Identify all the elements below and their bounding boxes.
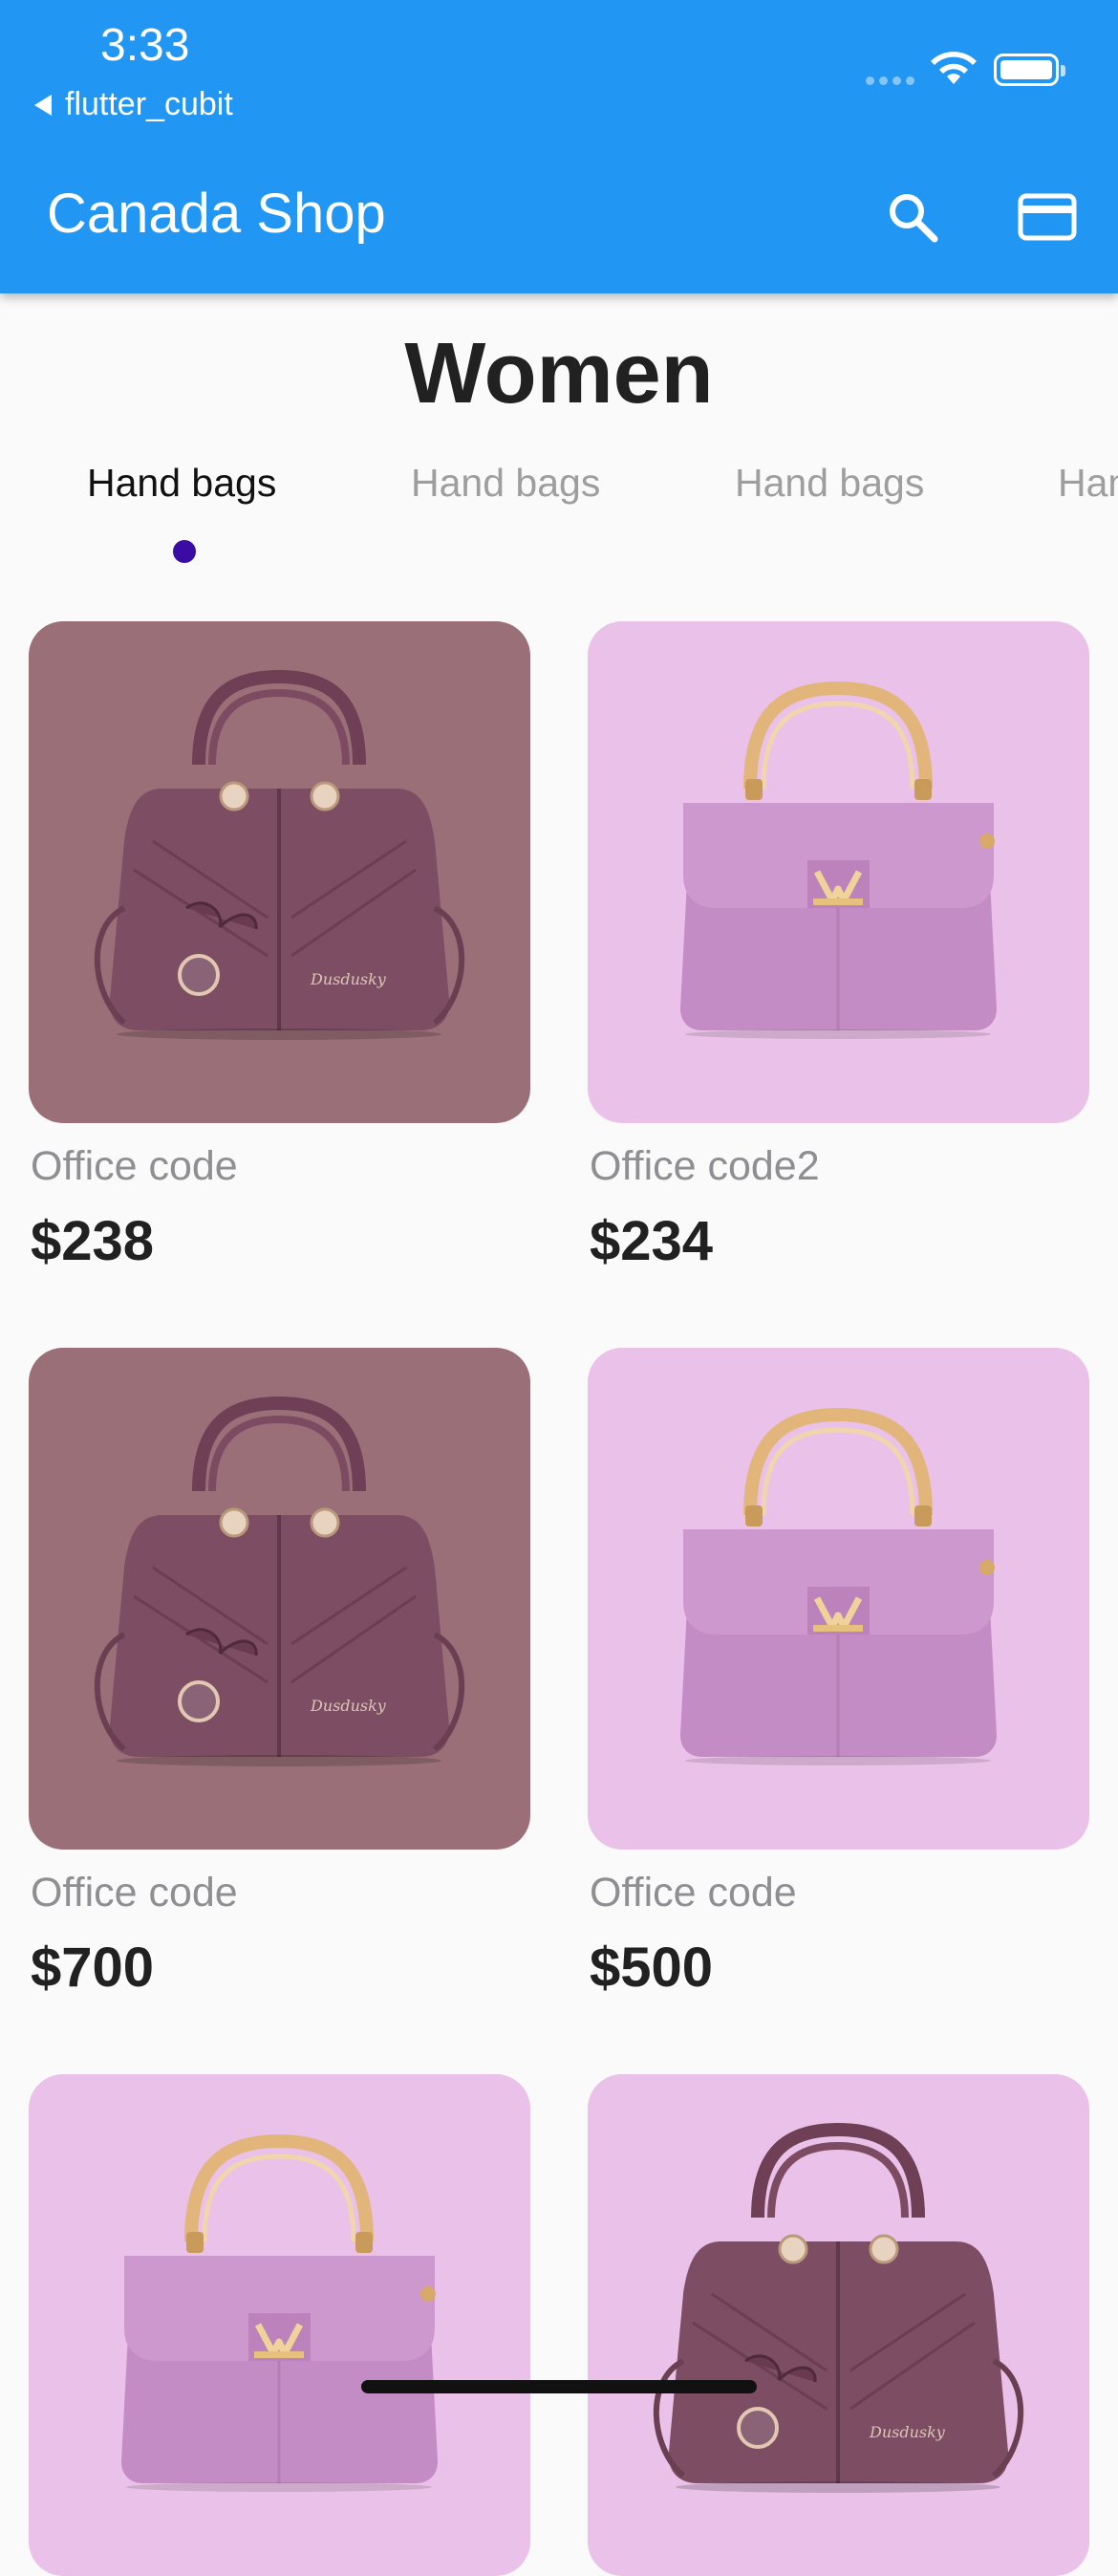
tab-hand-bags-1[interactable]: Hand bags bbox=[87, 461, 276, 506]
home-indicator[interactable] bbox=[361, 2380, 757, 2393]
cart-button[interactable] bbox=[1013, 184, 1082, 250]
product-card[interactable]: Office code2 $234 bbox=[588, 621, 1089, 1272]
product-name: Office code bbox=[31, 1143, 238, 1189]
product-card[interactable]: Office code $238 bbox=[29, 621, 530, 1272]
tab-hand-bags-4[interactable]: Hand bags bbox=[1058, 461, 1118, 506]
product-price: $700 bbox=[31, 1937, 155, 1999]
tab-hand-bags-2[interactable]: Hand bags bbox=[411, 461, 600, 506]
credit-card-icon bbox=[1018, 193, 1077, 241]
product-image[interactable] bbox=[588, 2074, 1089, 2576]
product-card[interactable] bbox=[588, 2074, 1089, 2576]
handbag-image bbox=[588, 2074, 1089, 2576]
product-image[interactable] bbox=[29, 621, 530, 1123]
handbag-image bbox=[588, 621, 1089, 1123]
search-icon bbox=[890, 194, 938, 243]
category-title: Women bbox=[404, 326, 714, 422]
handbag-image bbox=[588, 1348, 1089, 1850]
product-name: Office code bbox=[590, 1870, 797, 1916]
category-tabs: Hand bags Hand bags Hand bags Hand bags bbox=[0, 461, 1118, 575]
product-card[interactable]: Office code $500 bbox=[588, 1348, 1089, 1999]
product-name: Office code bbox=[31, 1870, 238, 1916]
product-name: Office code2 bbox=[590, 1143, 820, 1189]
product-price: $234 bbox=[590, 1210, 714, 1272]
product-image[interactable] bbox=[29, 2074, 530, 2576]
wifi-icon bbox=[931, 52, 977, 84]
product-price: $500 bbox=[590, 1937, 714, 1999]
back-arrow-icon bbox=[34, 94, 52, 116]
product-card[interactable]: Office code $700 bbox=[29, 1348, 530, 1999]
cellular-signal-icon bbox=[866, 76, 914, 85]
product-image[interactable] bbox=[588, 621, 1089, 1123]
product-card[interactable] bbox=[29, 2074, 530, 2576]
tab-hand-bags-3[interactable]: Hand bags bbox=[735, 461, 924, 506]
back-app-label: flutter_cubit bbox=[65, 86, 233, 122]
handbag-image bbox=[29, 1348, 530, 1850]
app-title: Canada Shop bbox=[47, 183, 386, 245]
app-bar: 3:33 flutter_cubit Canada Shop bbox=[0, 0, 1118, 293]
product-image[interactable] bbox=[588, 1348, 1089, 1850]
search-button[interactable] bbox=[879, 184, 946, 250]
active-tab-indicator bbox=[173, 540, 196, 563]
handbag-image bbox=[29, 2074, 530, 2576]
handbag-image bbox=[29, 621, 530, 1123]
product-image[interactable] bbox=[29, 1348, 530, 1850]
product-price: $238 bbox=[31, 1210, 155, 1272]
back-to-app-link[interactable]: flutter_cubit bbox=[34, 86, 233, 123]
battery-icon bbox=[994, 54, 1065, 86]
status-time: 3:33 bbox=[100, 20, 190, 71]
